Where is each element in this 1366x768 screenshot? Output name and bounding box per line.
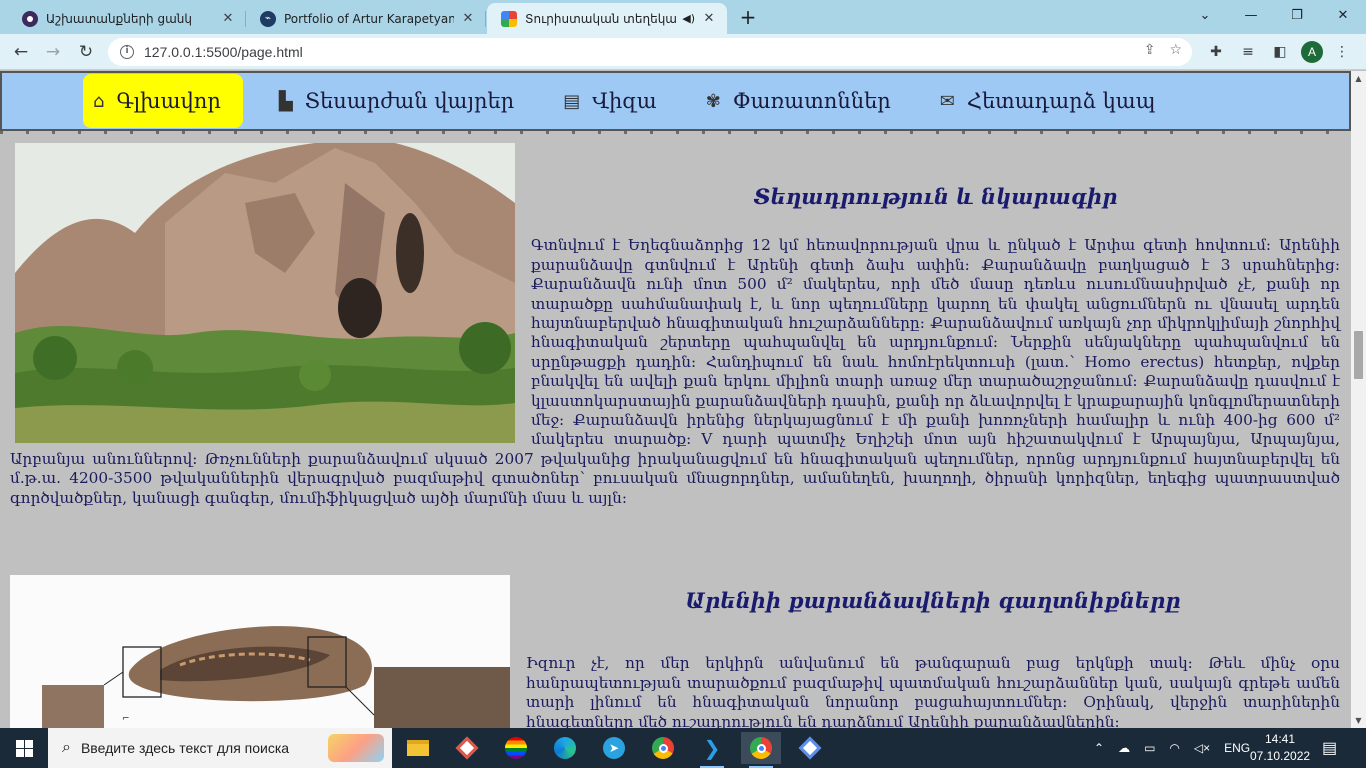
- browser-tab-2[interactable]: ⌁ Portfolio of Artur Karapetyan ✕: [246, 3, 486, 34]
- git-app-icon[interactable]: [447, 732, 487, 764]
- pride-app-icon[interactable]: [496, 732, 536, 764]
- nav-item-festivals[interactable]: ✾ Փառատոններ: [696, 74, 904, 128]
- back-button[interactable]: ←: [8, 39, 34, 65]
- scroll-up-arrow-icon[interactable]: ▲: [1351, 71, 1366, 86]
- volume-muted-icon[interactable]: ◁×: [1194, 741, 1210, 755]
- url-text: 127.0.0.1:5500/page.html: [144, 44, 303, 60]
- notifications-icon[interactable]: ▤: [1322, 728, 1337, 768]
- tab-title: Portfolio of Artur Karapetyan: [284, 11, 454, 26]
- audio-playing-icon[interactable]: ◀): [682, 12, 695, 25]
- clock-date: 07.10.2022: [1250, 749, 1311, 763]
- city-icon: ▙: [278, 90, 293, 112]
- scroll-thumb[interactable]: [1354, 331, 1363, 379]
- nav-item-label: Տեսարժան վայրեր: [304, 89, 515, 113]
- close-tab-icon[interactable]: ✕: [460, 11, 476, 27]
- new-tab-button[interactable]: +: [737, 7, 759, 29]
- vscode-live-favicon-icon: ⌁: [260, 10, 276, 27]
- extensions-puzzle-icon[interactable]: ✚: [1204, 40, 1228, 64]
- close-tab-icon[interactable]: ✕: [220, 11, 236, 27]
- tab-search-chevron-icon[interactable]: ⌄: [1182, 0, 1228, 30]
- nav-item-visa[interactable]: ▤ Վիզա: [553, 74, 670, 128]
- address-bar[interactable]: i 127.0.0.1:5500/page.html ⇪ ☆: [108, 38, 1192, 66]
- chrome-icon[interactable]: [643, 732, 683, 764]
- bookmark-star-icon[interactable]: ☆: [1169, 42, 1182, 58]
- show-hidden-icons-chevron-icon[interactable]: ⌃: [1094, 741, 1104, 755]
- search-icon: ⌕: [62, 739, 71, 756]
- site-favicon-icon: [22, 10, 38, 27]
- windows-taskbar: ⌕ Введите здесь текст для поиска ➤ ❯ ⌃ ☁…: [0, 728, 1366, 768]
- wifi-icon[interactable]: ◠: [1169, 741, 1179, 755]
- telegram-icon[interactable]: ➤: [594, 732, 634, 764]
- site-navigation: ⌂ Գլխավոր ▙ Տեսարժան վայրեր ▤ Վիզա ✾ Փառ…: [0, 71, 1351, 131]
- tab-title: Աշխատանքների ցանկ: [46, 11, 192, 26]
- file-explorer-icon[interactable]: [398, 732, 438, 764]
- language-indicator[interactable]: ENG: [1224, 741, 1250, 755]
- section-location-description: Տեղադրություն և նկարագիր Գտնվում է Եղեգն…: [10, 143, 1340, 508]
- browser-tab-3[interactable]: Տուրիստական տեղեկատու ◀) ✕: [487, 3, 727, 34]
- feedback-mail-icon: ✉: [939, 90, 955, 112]
- onedrive-cloud-icon[interactable]: ☁: [1118, 741, 1130, 755]
- close-tab-icon[interactable]: ✕: [701, 11, 717, 27]
- start-button[interactable]: [0, 728, 48, 768]
- page-viewport: ⌂ Գլխավոր ▙ Տեսարժան վայրեր ▤ Վիզա ✾ Փառ…: [0, 71, 1351, 728]
- reload-button[interactable]: ↻: [73, 39, 99, 65]
- battery-icon[interactable]: ▭: [1144, 741, 1155, 755]
- vscode-icon[interactable]: ❯: [692, 732, 732, 768]
- nav-item-home[interactable]: ⌂ Գլխավոր: [83, 74, 243, 128]
- nav-item-label: Գլխավոր: [116, 89, 221, 113]
- ancient-shoe-image: ⌐: [10, 575, 510, 728]
- taskbar-clock[interactable]: 14:41 07.10.2022: [1250, 731, 1310, 765]
- edge-browser-icon[interactable]: [545, 732, 585, 764]
- scroll-down-arrow-icon[interactable]: ▼: [1351, 713, 1366, 728]
- section-cave-secrets: ⌐ Արենիի քարանձավների գաղտնիքները Իզուր …: [10, 575, 1340, 728]
- clock-time: 14:41: [1264, 732, 1296, 746]
- home-icon: ⌂: [93, 90, 105, 112]
- svg-text:⌐: ⌐: [122, 714, 130, 724]
- nav-item-label: Վիզա: [592, 89, 657, 113]
- nav-item-label: Հետադարձ կապ: [966, 89, 1156, 113]
- taskbar-search-box[interactable]: ⌕ Введите здесь текст для поиска: [48, 728, 392, 768]
- search-highlight-icon: [328, 734, 384, 762]
- search-placeholder: Введите здесь текст для поиска: [80, 740, 290, 756]
- system-tray: ⌃ ☁ ▭ ◠ ◁× ENG: [1094, 728, 1250, 768]
- site-favicon-icon: [501, 10, 517, 27]
- windows-logo-icon: [15, 739, 33, 757]
- passport-icon: ▤: [563, 90, 581, 112]
- git-gui-icon[interactable]: [790, 732, 830, 764]
- media-queue-icon[interactable]: ≡: [1236, 40, 1260, 64]
- share-icon[interactable]: ⇪: [1144, 42, 1156, 58]
- browser-toolbar: ← → ↻ i 127.0.0.1:5500/page.html ⇪ ☆ ✚ ≡…: [0, 34, 1366, 70]
- cave-landscape-image: [15, 143, 515, 443]
- chrome-profile-icon[interactable]: [741, 732, 781, 768]
- browser-menu-icon[interactable]: ⋮: [1330, 40, 1354, 64]
- ancient-shoe-photo: ⌐: [10, 575, 510, 728]
- forward-button[interactable]: →: [40, 39, 66, 65]
- nav-item-sights[interactable]: ▙ Տեսարժան վայրեր: [269, 74, 527, 128]
- browser-tab-1[interactable]: Աշխատանքների ցանկ ✕: [8, 3, 246, 34]
- nav-item-label: Փառատոններ: [732, 89, 891, 113]
- restore-button[interactable]: ❐: [1274, 0, 1320, 30]
- areni-cave-photo: [15, 143, 515, 443]
- site-info-icon[interactable]: i: [120, 45, 134, 59]
- tab-title: Տուրիստական տեղեկատու: [525, 11, 678, 26]
- partially-scrolled-text-line: [0, 131, 1351, 134]
- side-panel-icon[interactable]: ◧: [1268, 40, 1292, 64]
- nav-item-contact[interactable]: ✉ Հետադարձ կապ: [930, 74, 1169, 128]
- page-scrollbar[interactable]: ▲ ▼: [1351, 71, 1366, 728]
- close-window-button[interactable]: ✕: [1320, 0, 1366, 30]
- festival-icon: ✾: [705, 90, 721, 112]
- browser-tab-strip: Աշխատանքների ցանկ ✕ ⌁ Portfolio of Artur…: [0, 0, 1366, 34]
- profile-avatar[interactable]: A: [1301, 41, 1323, 63]
- minimize-button[interactable]: —: [1228, 0, 1274, 30]
